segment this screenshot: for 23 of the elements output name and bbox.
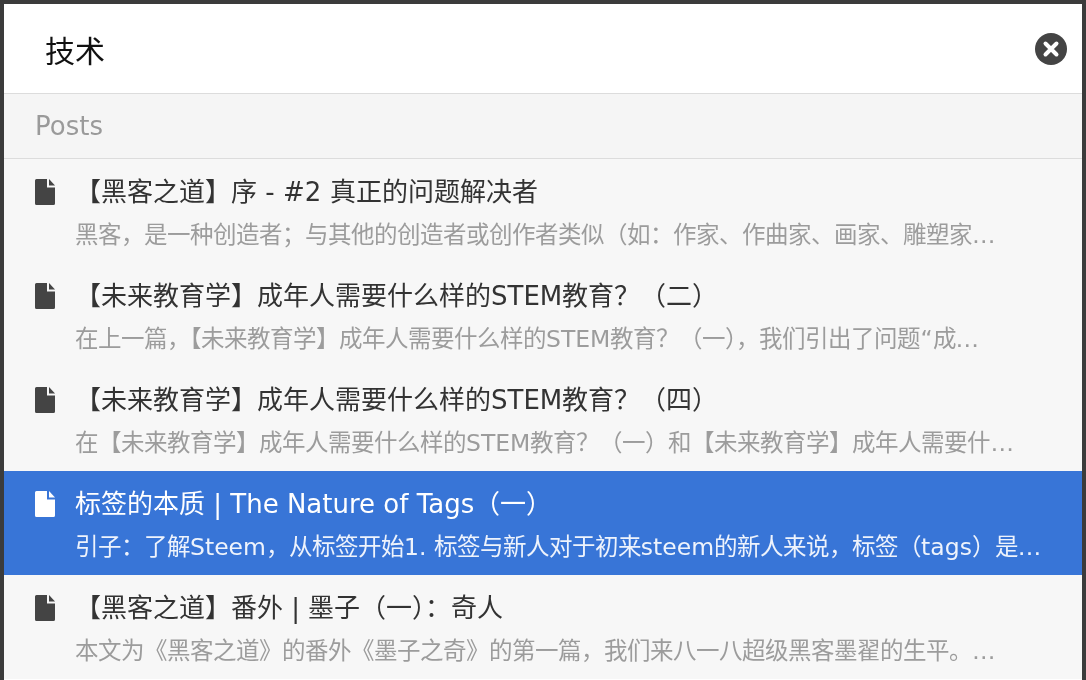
result-title: 【未来教育学】成年人需要什么样的STEM教育？（二） — [75, 280, 719, 313]
search-result[interactable]: 【未来教育学】成年人需要什么样的STEM教育？（二） 在上一篇，【未来教育学】成年人需要什么样的STEM教育？（一），我们引出了问题“成… — [4, 263, 1082, 367]
document-icon — [35, 491, 55, 517]
close-icon[interactable] — [1035, 32, 1067, 65]
section-heading: Posts — [4, 93, 1082, 159]
search-result[interactable]: 标签的本质 | The Nature of Tags（一） 引子：了解Steem，从标签开始1. 标签与新人对于初来steem的新人来说，标签（tags）是… — [4, 471, 1082, 575]
search-result[interactable]: 【未来教育学】成年人需要什么样的STEM教育？（四） 在【未来教育学】成年人需要什么样的STEM教育？（一）和【未来教育学】成年人需要什… — [4, 367, 1082, 471]
result-title: 【黑客之道】番外 | 墨子（一）：奇人 — [75, 592, 504, 625]
search-result[interactable]: 【黑客之道】番外 | 墨子（一）：奇人 本文为《黑客之道》的番外《墨子之奇》的第一篇，我们来八一八超级黑客墨翟的生平。… — [4, 575, 1082, 679]
result-snippet: 在上一篇，【未来教育学】成年人需要什么样的STEM教育？（一），我们引出了问题“成… — [75, 324, 980, 355]
result-snippet: 黑客，是一种创造者；与其他的创造者或创作者类似（如：作家、作曲家、画家、雕塑家… — [75, 220, 996, 251]
result-title: 【未来教育学】成年人需要什么样的STEM教育？（四） — [75, 384, 719, 417]
result-snippet: 引子：了解Steem，从标签开始1. 标签与新人对于初来steem的新人来说，标签（tags）是… — [75, 532, 1042, 563]
result-title: 标签的本质 | The Nature of Tags（一） — [75, 488, 553, 521]
document-icon — [35, 595, 55, 621]
document-icon — [35, 283, 55, 309]
result-snippet: 本文为《黑客之道》的番外《墨子之奇》的第一篇，我们来八一八超级黑客墨翟的生平。… — [75, 636, 996, 667]
document-icon — [35, 179, 55, 205]
search-result[interactable]: 【黑客之道】序 - #2 真正的问题解决者 黑客，是一种创造者；与其他的创造者或创作者类似（如：作家、作曲家、画家、雕塑家… — [4, 159, 1082, 263]
result-title: 【黑客之道】序 - #2 真正的问题解决者 — [75, 176, 538, 209]
search-field[interactable]: 技术 — [45, 23, 1019, 74]
result-snippet: 在【未来教育学】成年人需要什么样的STEM教育？（一）和【未来教育学】成年人需要什… — [75, 428, 1014, 459]
document-icon — [35, 387, 55, 413]
